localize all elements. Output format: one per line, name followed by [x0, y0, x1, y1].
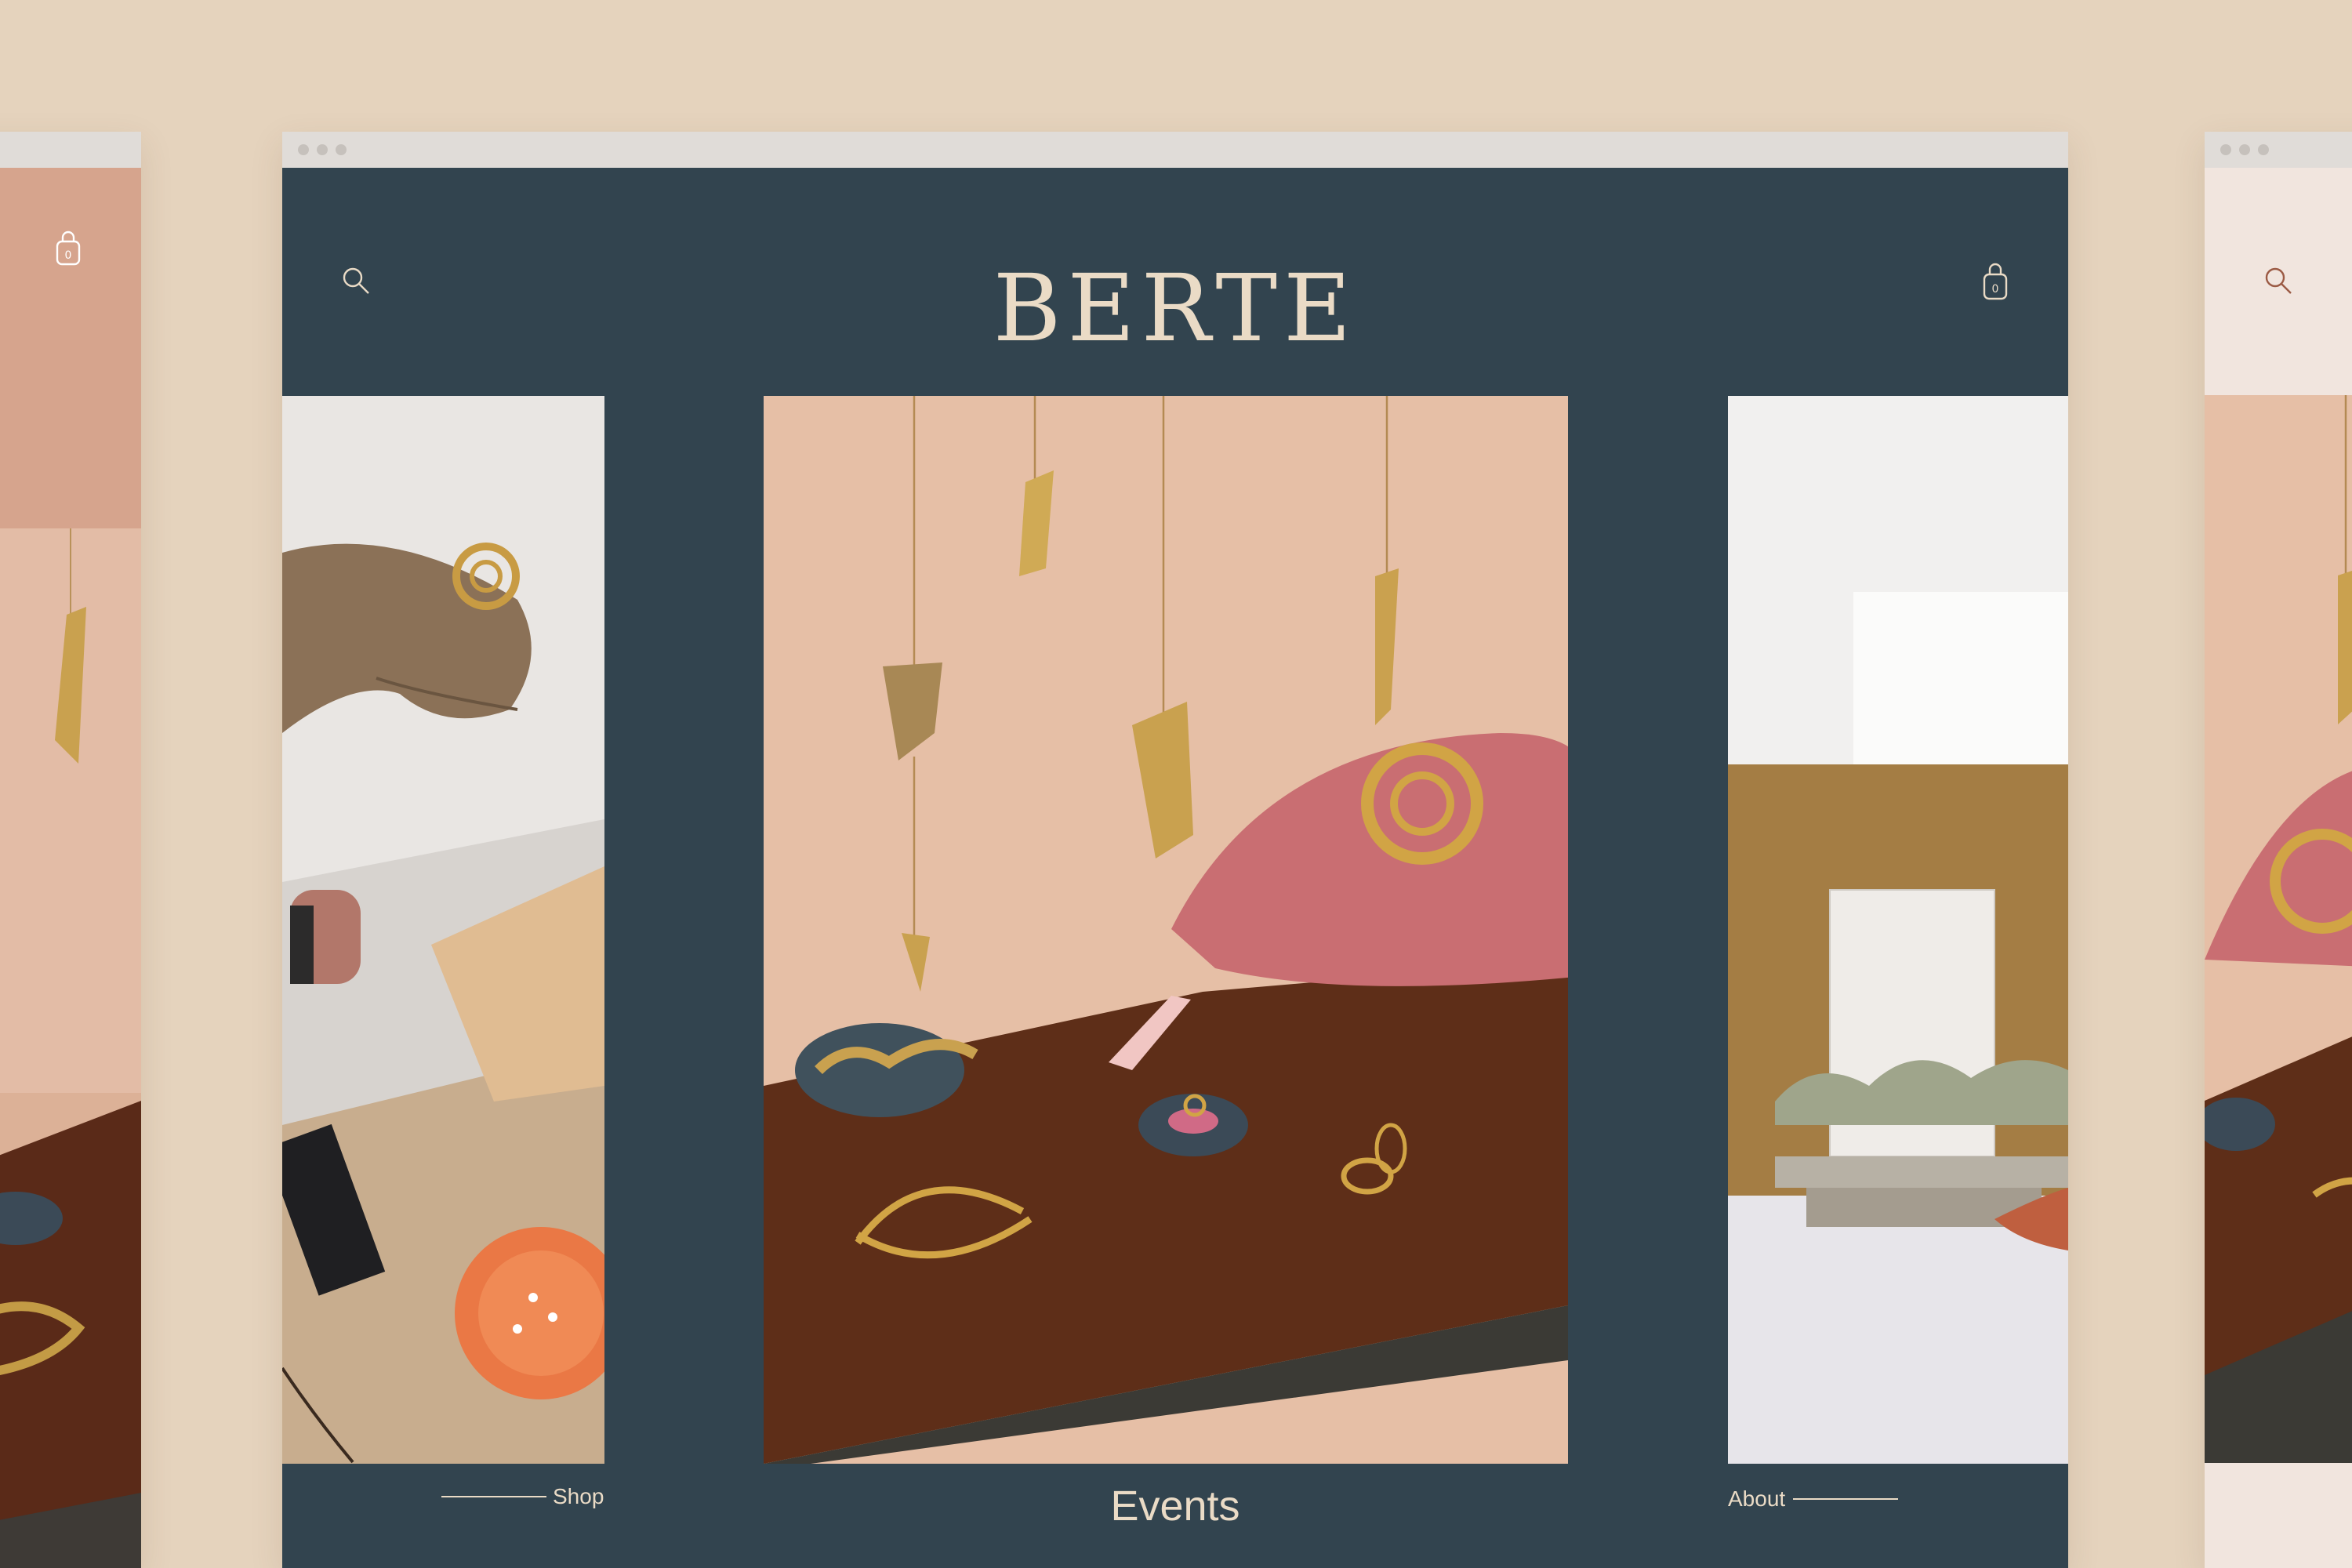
browser-chrome: [0, 132, 141, 168]
window-control-dot[interactable]: [2239, 144, 2250, 155]
right-window-photo: [2205, 395, 2352, 1463]
left-browser-window: 0: [0, 132, 141, 1568]
window-controls: [298, 144, 347, 155]
shopping-bag-icon[interactable]: 0: [55, 230, 82, 267]
events-photo-card[interactable]: [764, 396, 1568, 1464]
window-control-dot[interactable]: [336, 144, 347, 155]
window-control-dot[interactable]: [2220, 144, 2231, 155]
cart-count: 0: [1992, 283, 1999, 296]
site-header: BERTE 0: [282, 168, 2068, 395]
brand-logo[interactable]: BERTE: [993, 254, 1357, 362]
window-control-dot[interactable]: [317, 144, 328, 155]
right-window-footer: [2205, 1463, 2352, 1568]
left-window-photo: [0, 528, 141, 1568]
window-controls: [2220, 144, 2269, 155]
browser-chrome: [282, 132, 2068, 168]
main-browser-window: BERTE 0 Shop Events About: [282, 132, 2068, 1568]
search-icon[interactable]: [2263, 265, 2294, 296]
window-control-dot[interactable]: [2258, 144, 2269, 155]
shop-nav-link[interactable]: Shop: [441, 1484, 604, 1509]
cart-count: 0: [65, 249, 72, 262]
events-title[interactable]: Events: [1110, 1482, 1240, 1530]
browser-chrome: [2205, 132, 2352, 168]
right-browser-window: [2205, 132, 2352, 1568]
shop-label: Shop: [553, 1484, 604, 1508]
right-window-body: [2205, 168, 2352, 1568]
shop-photo-card[interactable]: [282, 396, 604, 1464]
search-icon[interactable]: [340, 265, 372, 296]
caption-rule: [1793, 1498, 1899, 1500]
left-window-body: 0: [0, 168, 141, 1568]
about-label: About: [1728, 1486, 1786, 1511]
shopping-bag-icon[interactable]: 0: [1982, 262, 2009, 301]
about-nav-link[interactable]: About: [1728, 1486, 1899, 1512]
caption-rule: [441, 1496, 546, 1497]
window-control-dot[interactable]: [298, 144, 309, 155]
about-photo-card[interactable]: [1728, 396, 2068, 1464]
